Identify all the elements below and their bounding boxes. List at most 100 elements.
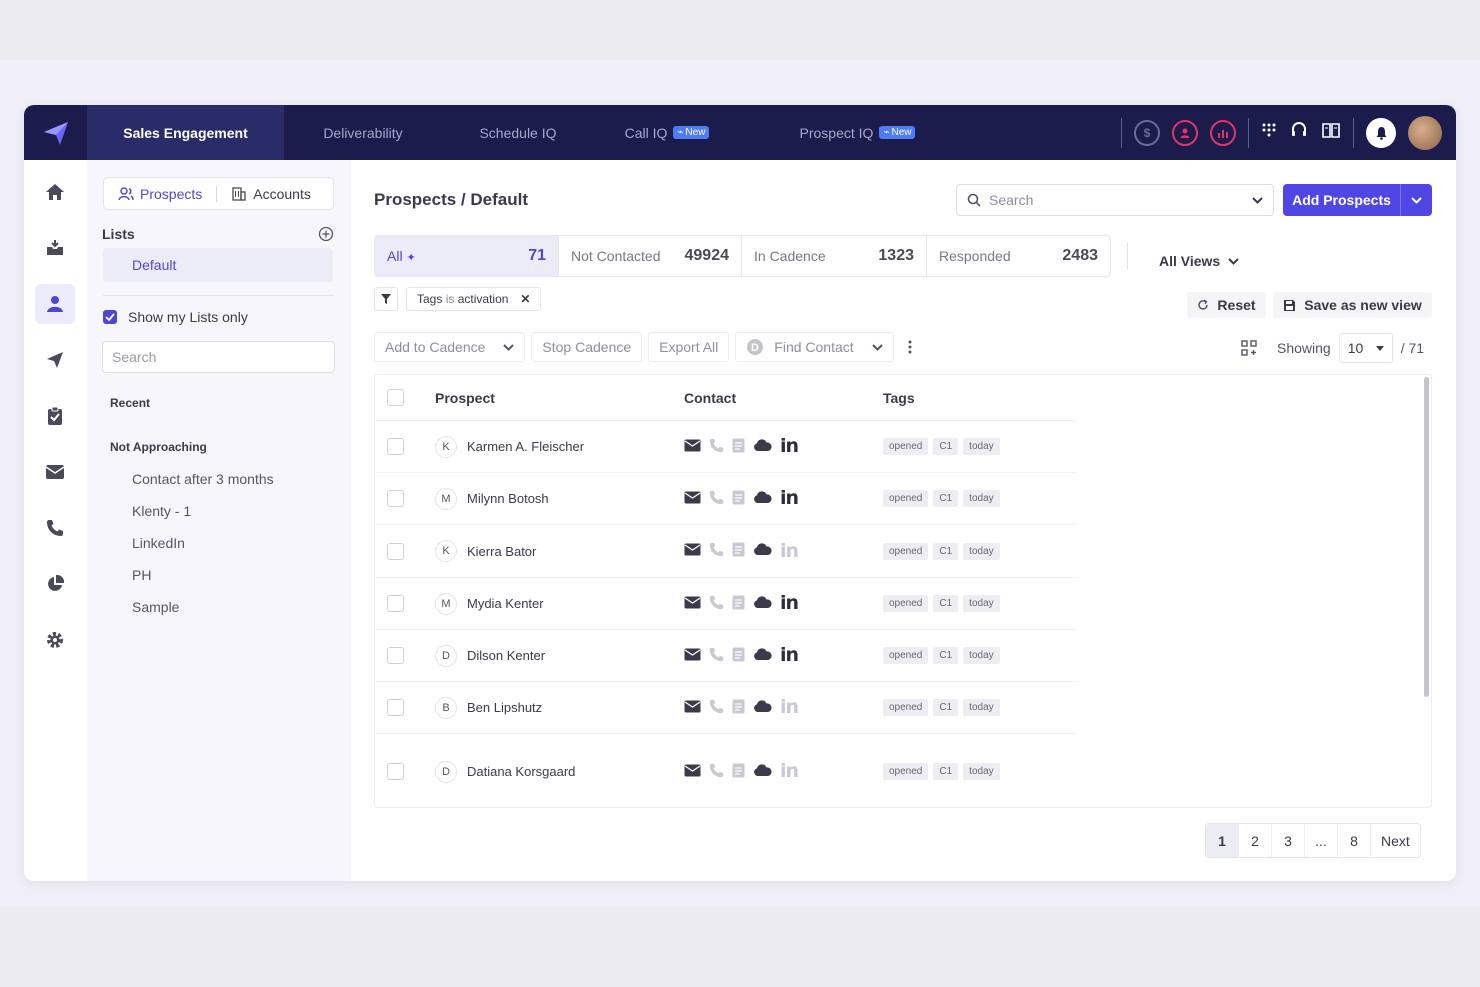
close-icon[interactable]: ✕	[520, 292, 530, 306]
email-icon[interactable]	[684, 543, 701, 559]
prospect-name[interactable]: Karmen A. Fleischer	[467, 439, 584, 454]
tab-sales-engagement[interactable]: Sales Engagement	[87, 105, 284, 160]
linkedin-icon[interactable]: in	[780, 489, 799, 508]
cloud-icon[interactable]	[753, 647, 772, 664]
report-icon[interactable]	[1210, 119, 1236, 146]
settings-icon[interactable]	[35, 620, 75, 660]
page-1[interactable]: 1	[1206, 824, 1239, 857]
email-icon[interactable]	[684, 764, 701, 780]
list-item[interactable]: Klenty - 1	[132, 503, 191, 519]
cloud-icon[interactable]	[753, 763, 772, 780]
table-row[interactable]: M Mydia Kenter in opened C1 today	[375, 578, 1075, 630]
avatar[interactable]	[1408, 115, 1442, 150]
show-my-lists-checkbox[interactable]: Show my Lists only	[103, 309, 248, 325]
phone-icon[interactable]	[709, 542, 724, 560]
all-views-dropdown[interactable]: All Views	[1159, 253, 1239, 269]
row-checkbox[interactable]	[387, 699, 404, 716]
table-row[interactable]: D Dilson Kenter in opened C1 today	[375, 630, 1075, 682]
next-page-button[interactable]: Next	[1371, 824, 1420, 857]
phone-icon[interactable]	[709, 647, 724, 665]
tab-call-iq[interactable]: Call IQ ⌁ New	[594, 105, 740, 160]
table-row[interactable]: K Karmen A. Fleischer in opened C1 today	[375, 421, 1075, 473]
cloud-icon[interactable]	[753, 543, 772, 559]
sms-icon[interactable]	[732, 699, 745, 717]
prospect-name[interactable]: Ben Lipshutz	[467, 700, 542, 715]
linkedin-icon[interactable]: in	[780, 541, 799, 561]
sms-icon[interactable]	[732, 490, 745, 508]
search-input[interactable]: Search	[956, 184, 1274, 216]
sms-icon[interactable]	[732, 595, 745, 613]
cloud-icon[interactable]	[753, 438, 772, 455]
stat-in-cadence[interactable]: In Cadence 1323	[742, 236, 927, 276]
reports-icon[interactable]	[35, 564, 75, 604]
email-icon[interactable]	[684, 491, 701, 507]
cloud-icon[interactable]	[753, 595, 772, 612]
more-actions-icon[interactable]	[900, 332, 920, 362]
send-icon[interactable]	[35, 340, 75, 380]
docs-icon[interactable]	[1321, 121, 1341, 144]
row-checkbox[interactable]	[387, 542, 404, 560]
headset-icon[interactable]	[1289, 120, 1309, 145]
page-2[interactable]: 2	[1239, 824, 1272, 857]
cloud-icon[interactable]	[753, 490, 772, 507]
phone-icon[interactable]	[709, 490, 724, 508]
find-contact-button[interactable]: D Find Contact	[735, 332, 894, 362]
columns-icon[interactable]	[1241, 340, 1257, 356]
export-all-button[interactable]: Export All	[648, 332, 730, 362]
list-item[interactable]: PH	[132, 567, 151, 583]
row-checkbox[interactable]	[387, 763, 404, 780]
prospect-name[interactable]: Datiana Korsgaard	[467, 764, 575, 779]
tab-prospects[interactable]: Prospects	[104, 177, 216, 210]
table-row[interactable]: K Kierra Bator in opened C1 today	[375, 525, 1075, 578]
phone-icon[interactable]	[709, 699, 724, 717]
email-icon[interactable]	[684, 648, 701, 664]
add-prospects-button[interactable]: Add Prospects	[1283, 184, 1432, 216]
prospect-name[interactable]: Dilson Kenter	[467, 648, 545, 663]
stat-all[interactable]: All ✦ 71	[375, 236, 559, 276]
table-row[interactable]: M Milynn Botosh in opened C1 today	[375, 473, 1075, 525]
logo-icon[interactable]	[24, 105, 87, 160]
credits-icon[interactable]: $	[1134, 119, 1160, 146]
column-prospect[interactable]: Prospect	[435, 390, 684, 406]
page-3[interactable]: 3	[1272, 824, 1305, 857]
phone-icon[interactable]	[709, 595, 724, 613]
chevron-down-icon[interactable]	[1400, 184, 1432, 216]
scrollbar[interactable]	[1424, 377, 1429, 697]
row-checkbox[interactable]	[387, 438, 404, 455]
tasks-icon[interactable]	[35, 396, 75, 436]
email-icon[interactable]	[684, 596, 701, 612]
linkedin-icon[interactable]: in	[780, 594, 799, 613]
save-view-button[interactable]: Save as new view	[1273, 292, 1432, 318]
list-item-default[interactable]: Default	[103, 248, 333, 282]
prospect-name[interactable]: Kierra Bator	[467, 544, 536, 559]
inbox-icon[interactable]	[35, 228, 75, 268]
bell-icon[interactable]	[1366, 117, 1396, 148]
tab-deliverability[interactable]: Deliverability	[284, 105, 442, 160]
dialpad-icon[interactable]	[1261, 122, 1277, 143]
list-item[interactable]: Sample	[132, 599, 179, 615]
sms-icon[interactable]	[732, 438, 745, 456]
add-to-cadence-button[interactable]: Add to Cadence	[374, 332, 526, 362]
list-search-input[interactable]: Search	[102, 341, 335, 373]
linkedin-icon[interactable]: in	[780, 698, 799, 717]
tab-accounts[interactable]: Accounts	[217, 177, 325, 210]
phone-icon[interactable]	[35, 508, 75, 548]
sms-icon[interactable]	[732, 763, 745, 781]
prospect-name[interactable]: Milynn Botosh	[467, 491, 549, 506]
list-item[interactable]: LinkedIn	[132, 535, 185, 551]
chevron-down-icon[interactable]	[503, 343, 515, 351]
row-checkbox[interactable]	[387, 647, 404, 664]
home-icon[interactable]	[35, 172, 75, 212]
user-icon[interactable]	[1172, 119, 1198, 146]
phone-icon[interactable]	[709, 438, 724, 456]
email-icon[interactable]	[684, 439, 701, 455]
page-8[interactable]: 8	[1338, 824, 1371, 857]
add-list-icon[interactable]	[318, 226, 334, 242]
sms-icon[interactable]	[732, 542, 745, 560]
email-icon[interactable]	[684, 700, 701, 716]
tab-schedule-iq[interactable]: Schedule IQ	[442, 105, 594, 160]
phone-icon[interactable]	[709, 763, 724, 781]
stat-not-contacted[interactable]: Not Contacted 49924	[559, 236, 742, 276]
sms-icon[interactable]	[732, 647, 745, 665]
filter-chip[interactable]: Tags is activation ✕	[406, 287, 542, 311]
